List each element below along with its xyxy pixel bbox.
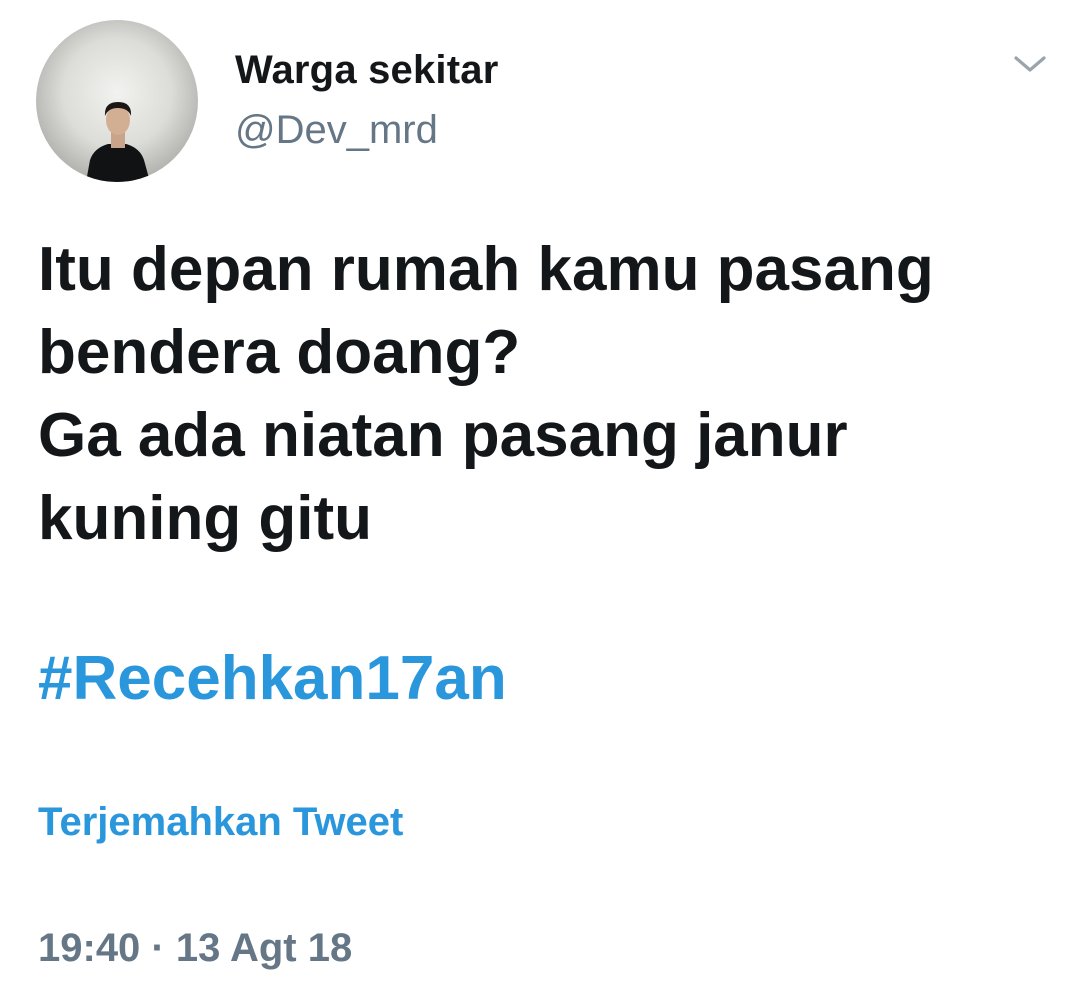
avatar[interactable]	[36, 20, 198, 182]
tweet-card: Warga sekitar @Dev_mrd Itu depan rumah k…	[0, 0, 1080, 1008]
display-name[interactable]: Warga sekitar	[235, 48, 498, 93]
tweet-text-line: Itu depan rumah kamu pasang	[38, 235, 934, 304]
user-handle[interactable]: @Dev_mrd	[235, 108, 438, 153]
hashtag-link[interactable]: #Recehkan17an	[38, 643, 507, 714]
tweet-text-line: bendera doang?	[38, 318, 521, 387]
tweet-text-line: Ga ada niatan pasang janur	[38, 401, 848, 470]
translate-tweet-link[interactable]: Terjemahkan Tweet	[38, 800, 403, 845]
chevron-down-icon	[1014, 56, 1046, 72]
tweet-timestamp: 19:40 · 13 Agt 18	[38, 926, 353, 970]
person-silhouette-icon	[86, 102, 150, 182]
tweet-menu-button[interactable]	[1010, 50, 1050, 78]
tweet-text-line: kuning gitu	[38, 484, 373, 553]
tweet-text: Itu depan rumah kamu pasang bendera doan…	[38, 228, 1048, 560]
